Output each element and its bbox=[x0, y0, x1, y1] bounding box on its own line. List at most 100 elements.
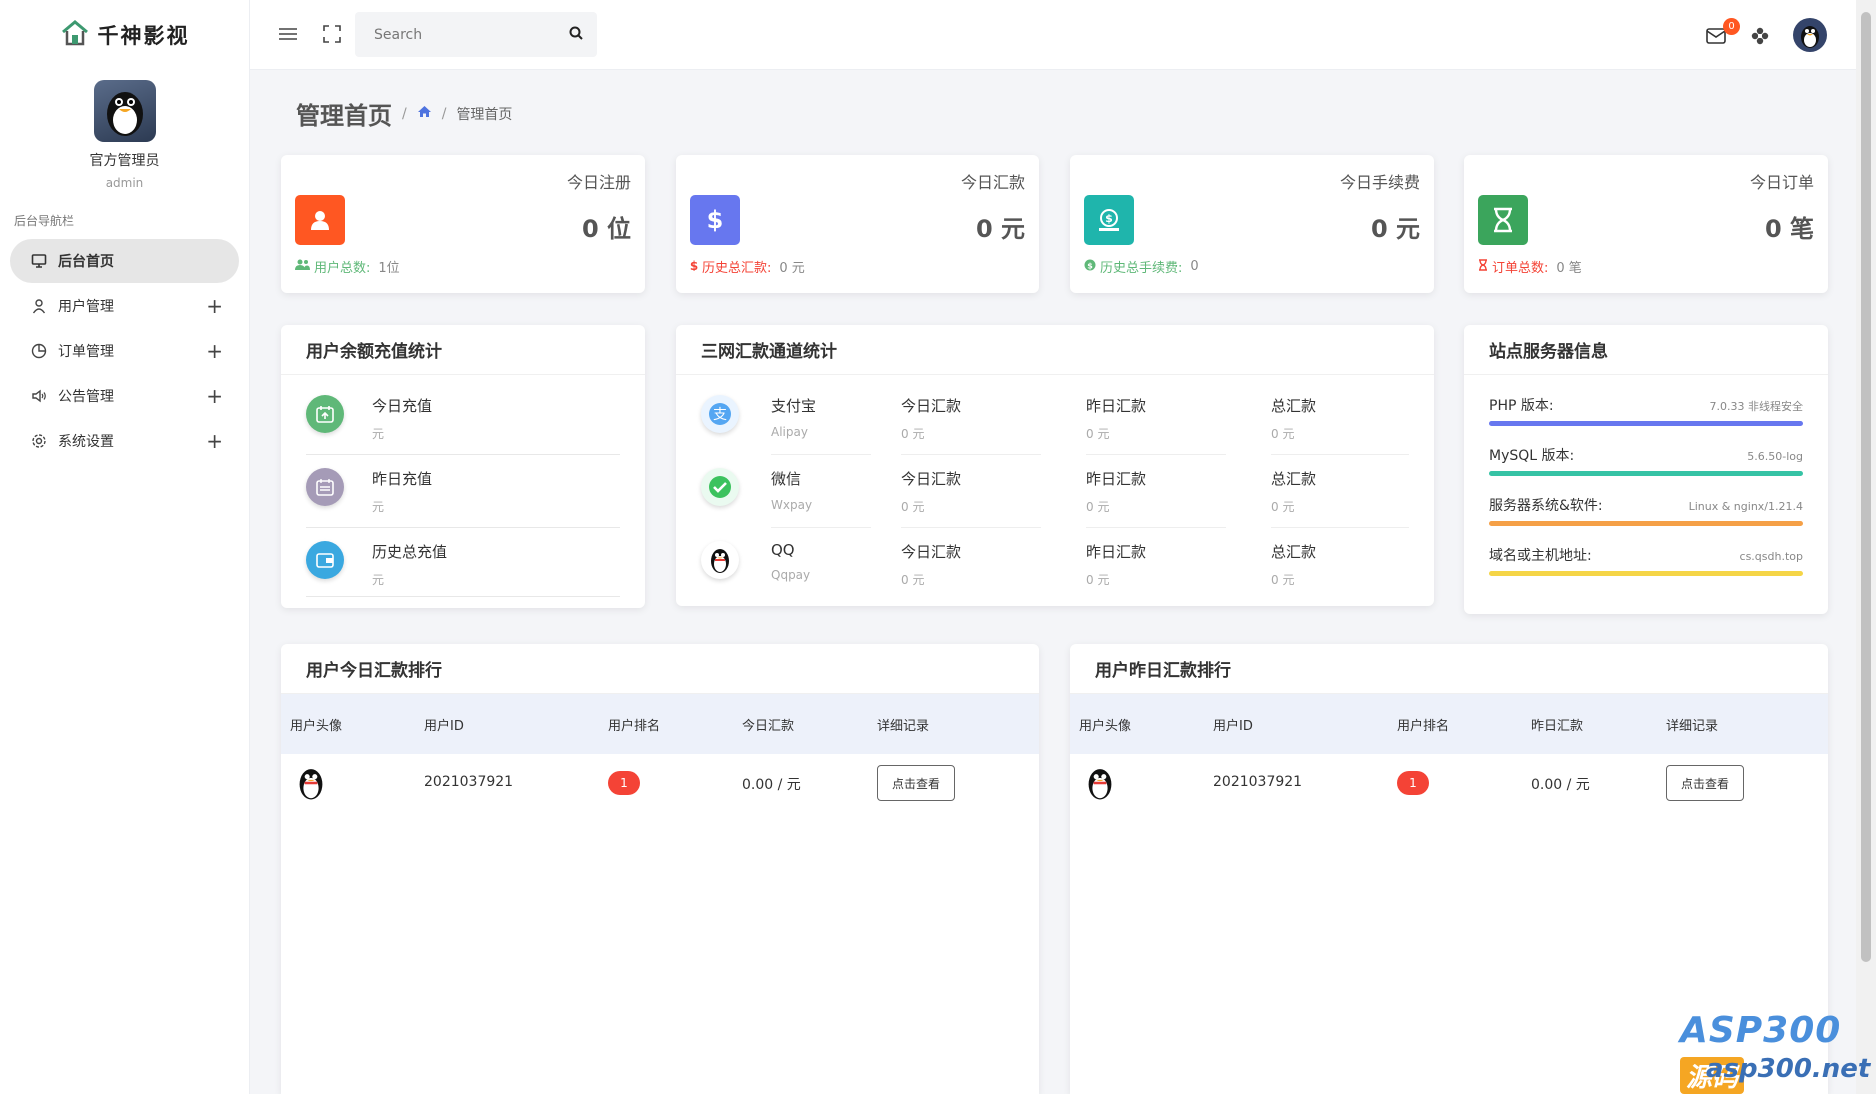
svg-text:$: $ bbox=[690, 259, 698, 271]
stat-footer-label: 用户总数: bbox=[314, 261, 371, 276]
breadcrumb-current: 管理首页 bbox=[456, 106, 513, 123]
plus-icon[interactable]: + bbox=[206, 294, 223, 318]
total-value: 0 元 bbox=[1271, 500, 1295, 514]
scrollbar[interactable] bbox=[1856, 0, 1876, 1094]
sidebar-item-label: 后台首页 bbox=[58, 254, 114, 270]
item-value: 元 bbox=[372, 500, 385, 514]
svg-text:$: $ bbox=[1105, 212, 1113, 225]
calendar-icon bbox=[306, 468, 344, 506]
channel-code: Alipay bbox=[771, 425, 808, 439]
channel-row-qq: QQ Qqpay 今日汇款 0 元 昨日汇款 0 元 总汇款 0 元 bbox=[701, 541, 1409, 597]
flower-icon[interactable] bbox=[1750, 26, 1770, 46]
users-icon bbox=[295, 259, 310, 274]
user-icon bbox=[295, 195, 345, 245]
view-details-button[interactable]: 点击查看 bbox=[1666, 765, 1744, 801]
stat-title: 今日订单 bbox=[1749, 173, 1814, 192]
sidebar-item-notices[interactable]: 公告管理 + bbox=[10, 374, 239, 418]
menu-toggle-icon[interactable] bbox=[278, 24, 298, 44]
stat-footer-label: 历史总手续费: bbox=[1100, 261, 1183, 276]
channel-name: 微信 bbox=[771, 470, 802, 488]
list-item: 今日充值 元 bbox=[306, 395, 620, 455]
today-label: 今日汇款 bbox=[901, 397, 962, 415]
home-icon[interactable] bbox=[417, 105, 432, 122]
plus-icon[interactable]: + bbox=[206, 339, 223, 363]
column-header: 用户ID bbox=[1213, 719, 1253, 734]
server-info-card: 站点服务器信息 PHP 版本: 7.0.33 非线程安全 MySQL 版本: 5.6… bbox=[1464, 325, 1828, 614]
stat-title: 今日注册 bbox=[566, 173, 631, 192]
gear-icon bbox=[30, 432, 48, 450]
today-value: 0 元 bbox=[901, 573, 925, 587]
avatar[interactable] bbox=[93, 80, 156, 142]
user-icon bbox=[30, 297, 48, 315]
total-label: 总汇款 bbox=[1271, 397, 1317, 415]
column-header: 用户头像 bbox=[290, 719, 343, 734]
alipay-icon: 支 bbox=[701, 395, 739, 433]
scrollbar-thumb[interactable] bbox=[1861, 12, 1871, 962]
plus-icon[interactable]: + bbox=[206, 429, 223, 453]
watermark-url: asp300.net bbox=[1706, 1054, 1871, 1084]
svg-text:支: 支 bbox=[713, 407, 727, 423]
coin-icon: $ bbox=[1084, 259, 1096, 275]
stat-value: 0 笔 bbox=[1764, 215, 1814, 243]
fullscreen-icon[interactable] bbox=[322, 24, 342, 44]
view-details-button[interactable]: 点击查看 bbox=[877, 765, 955, 801]
profile-role: admin bbox=[105, 176, 144, 190]
server-info-value: cs.qsdh.top bbox=[1739, 550, 1803, 563]
item-label: 历史总充值 bbox=[372, 543, 448, 561]
avatar[interactable] bbox=[1793, 18, 1827, 52]
qq-penguin-icon bbox=[290, 762, 332, 804]
search-icon[interactable] bbox=[569, 26, 583, 44]
stat-value: 0 元 bbox=[975, 215, 1025, 243]
yesterday-value: 0 元 bbox=[1086, 500, 1110, 514]
stat-card-fees: 今日手续费 $ 0 元 $ 历史总手续费: 0 bbox=[1070, 155, 1434, 293]
nav-title: 后台导航栏 bbox=[14, 214, 75, 228]
sidebar-item-label: 用户管理 bbox=[58, 299, 114, 315]
watermark: ASP300 源码 asp300.net bbox=[1680, 1010, 1876, 1094]
amount: 0.00 / 元 bbox=[1531, 777, 1590, 793]
sidebar-item-label: 订单管理 bbox=[58, 344, 114, 360]
speaker-icon bbox=[30, 387, 48, 405]
channel-code: Qqpay bbox=[771, 568, 811, 582]
svg-text:$: $ bbox=[707, 206, 724, 234]
server-info-label: MySQL 版本: bbox=[1489, 448, 1575, 464]
qq-penguin-icon bbox=[701, 541, 739, 579]
sidebar-item-users[interactable]: 用户管理 + bbox=[10, 284, 239, 328]
server-info-row: 服务器系统&软件: Linux & nginx/1.21.4 bbox=[1489, 495, 1803, 526]
qq-penguin-icon bbox=[1079, 762, 1121, 804]
server-info-bar bbox=[1489, 521, 1803, 526]
server-info-row: PHP 版本: 7.0.33 非线程安全 bbox=[1489, 395, 1803, 426]
topbar bbox=[250, 0, 1856, 70]
search-input[interactable] bbox=[374, 26, 569, 43]
sidebar-item-orders[interactable]: 订单管理 + bbox=[10, 329, 239, 373]
brand[interactable]: 千神影视 bbox=[0, 0, 249, 70]
amount: 0.00 / 元 bbox=[742, 777, 801, 793]
column-header: 详细记录 bbox=[877, 719, 930, 734]
svg-text:$: $ bbox=[1087, 261, 1093, 270]
sidebar-item-label: 系统设置 bbox=[58, 434, 114, 450]
server-info-value: 7.0.33 非线程安全 bbox=[1709, 400, 1803, 413]
rank-badge: 1 bbox=[608, 771, 640, 795]
stat-footer-value: 0 笔 bbox=[1556, 261, 1582, 276]
user-id: 2021037921 bbox=[1213, 774, 1303, 790]
yesterday-label: 昨日汇款 bbox=[1086, 543, 1147, 561]
total-label: 总汇款 bbox=[1271, 543, 1317, 561]
card-title: 站点服务器信息 bbox=[1464, 325, 1828, 375]
channel-name: 支付宝 bbox=[771, 397, 817, 415]
plus-icon[interactable]: + bbox=[206, 384, 223, 408]
rank-badge: 1 bbox=[1397, 771, 1429, 795]
server-info-label: 域名或主机地址: bbox=[1489, 548, 1592, 564]
list-item: 昨日充值 元 bbox=[306, 468, 620, 528]
brand-title: 千神影视 bbox=[97, 24, 190, 48]
stat-footer: 订单总数: 0 笔 bbox=[1478, 257, 1582, 276]
column-header: 用户ID bbox=[424, 719, 464, 734]
sidebar-item-home[interactable]: 后台首页 bbox=[10, 239, 239, 283]
sidebar-item-settings[interactable]: 系统设置 + bbox=[10, 419, 239, 463]
card-title: 用户余额充值统计 bbox=[281, 325, 645, 375]
server-info-bar bbox=[1489, 571, 1803, 576]
stat-footer-value: 0 元 bbox=[779, 261, 805, 276]
channel-name: QQ bbox=[771, 541, 795, 559]
stat-footer-label: 历史总汇款: bbox=[702, 261, 772, 276]
card-title: 三网汇款通道统计 bbox=[676, 325, 1434, 375]
total-label: 总汇款 bbox=[1271, 470, 1317, 488]
yesterday-value: 0 元 bbox=[1086, 573, 1110, 587]
